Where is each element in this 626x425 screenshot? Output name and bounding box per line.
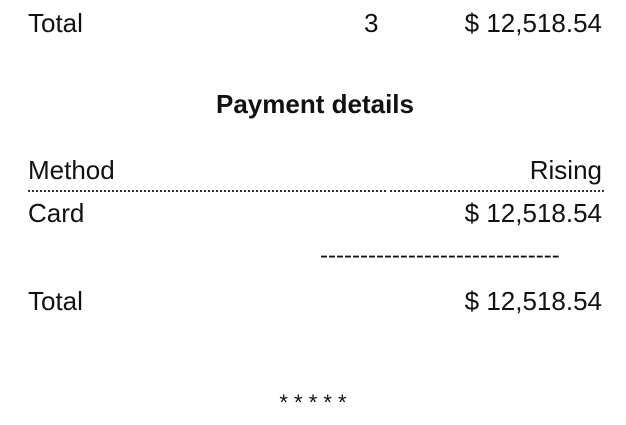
- header-divider-right: [390, 190, 604, 192]
- payment-row-method: Card: [28, 198, 85, 228]
- header-divider-left: [28, 190, 386, 192]
- footer-stars: * * * * *: [279, 390, 347, 415]
- payment-total-amount: $ 12,518.54: [464, 286, 602, 316]
- receipt-page: Total 3 $ 12,518.54 Payment details Meth…: [0, 0, 626, 425]
- summary-total-label: Total: [28, 8, 83, 38]
- dashed-separator: ------------------------------: [320, 242, 560, 269]
- amount-column-header: Rising: [529, 155, 602, 185]
- payment-total-label: Total: [28, 286, 83, 316]
- payment-details-title: Payment details: [216, 89, 414, 119]
- summary-total-count: 3: [364, 8, 379, 38]
- summary-total-amount: $ 12,518.54: [464, 8, 602, 38]
- payment-row-amount: $ 12,518.54: [464, 198, 602, 228]
- method-column-header: Method: [28, 155, 115, 185]
